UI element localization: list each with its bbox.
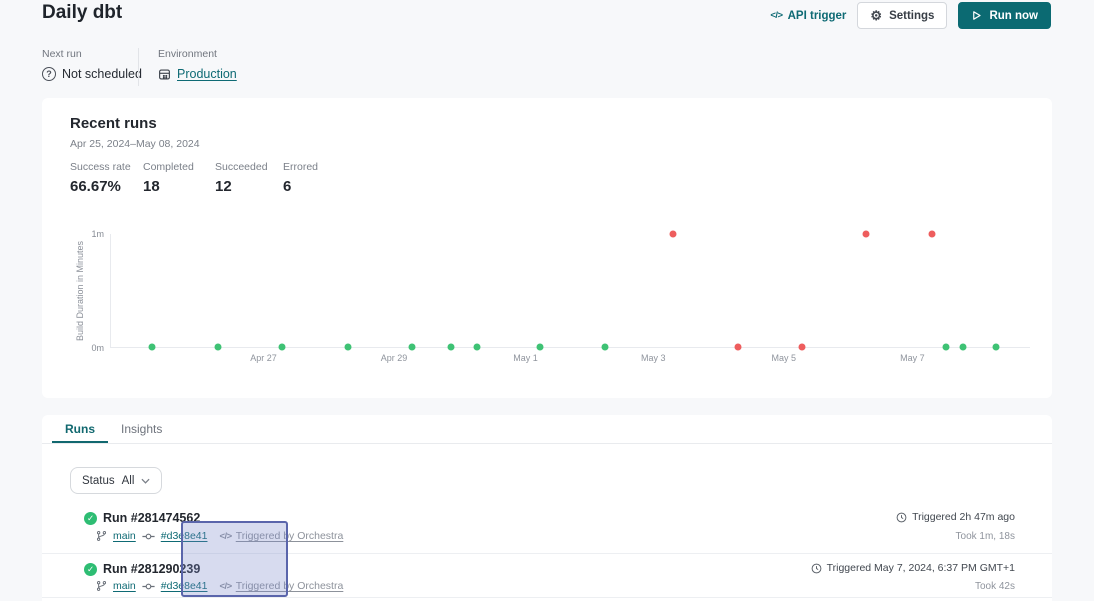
branch-link[interactable]: main <box>113 580 136 592</box>
page-title: Daily dbt <box>42 2 122 24</box>
run-now-label: Run now <box>989 10 1038 22</box>
run-now-button[interactable]: Run now <box>958 2 1051 29</box>
tab-runs[interactable]: Runs <box>52 415 108 443</box>
git-commit-icon <box>142 582 155 591</box>
run-dot-succeeded[interactable] <box>345 344 352 351</box>
settings-button[interactable]: ⚙ Settings <box>857 2 947 29</box>
run-dot-errored[interactable] <box>928 231 935 238</box>
chart-xtick: May 7 <box>900 353 925 363</box>
next-run-label: Next run <box>42 48 82 60</box>
play-icon <box>971 10 982 21</box>
job-page: Daily dbt </> API trigger ⚙ Settings Run… <box>0 0 1094 601</box>
next-run-value: Not scheduled <box>42 67 142 81</box>
run-dot-succeeded[interactable] <box>448 344 455 351</box>
run-duration: Took 42s <box>975 581 1015 592</box>
runs-tabbar: Runs Insights <box>42 415 1052 444</box>
chart-xtick: May 3 <box>641 353 666 363</box>
database-icon <box>158 68 171 81</box>
clock-icon <box>896 512 907 523</box>
environment-label: Environment <box>158 48 217 60</box>
git-branch-icon <box>96 580 107 592</box>
run-dot-succeeded[interactable] <box>992 344 999 351</box>
meta-divider <box>138 48 139 86</box>
run-dot-succeeded[interactable] <box>149 344 156 351</box>
status-filter-label: Status <box>82 475 115 487</box>
run-dot-errored[interactable] <box>734 344 741 351</box>
run-dot-errored[interactable] <box>863 231 870 238</box>
success-check-icon <box>84 563 97 576</box>
question-circle-icon <box>42 67 56 81</box>
run-dot-succeeded[interactable] <box>537 344 544 351</box>
chart-xtick: May 1 <box>513 353 538 363</box>
run-dot-succeeded[interactable] <box>473 344 480 351</box>
settings-label: Settings <box>889 10 934 22</box>
highlight-overlay <box>181 521 288 597</box>
stat-succeeded: Succeeded 12 <box>215 161 268 195</box>
recent-runs-date-range: Apr 25, 2024–May 08, 2024 <box>70 138 200 150</box>
chart-ytick-1m: 1m <box>78 229 104 239</box>
run-dot-succeeded[interactable] <box>278 344 285 351</box>
status-filter-dropdown[interactable]: Status All <box>70 467 162 494</box>
environment-value: Production <box>158 67 237 81</box>
clock-icon <box>811 563 822 574</box>
run-dot-succeeded[interactable] <box>602 344 609 351</box>
recent-runs-title: Recent runs <box>70 115 157 132</box>
chart-ytick-0m: 0m <box>78 343 104 353</box>
api-trigger-label: API trigger <box>788 10 847 22</box>
chart-y-axis-label: Build Duration in Minutes <box>75 241 85 341</box>
run-dot-succeeded[interactable] <box>943 344 950 351</box>
run-dot-succeeded[interactable] <box>408 344 415 351</box>
chevron-down-icon <box>141 478 150 484</box>
tab-insights[interactable]: Insights <box>108 415 175 443</box>
chart-xtick: Apr 27 <box>250 353 277 363</box>
stat-completed: Completed 18 <box>143 161 194 195</box>
header-actions: </> API trigger ⚙ Settings Run now <box>770 2 1051 29</box>
run-triggered-time: Triggered 2h 47m ago <box>896 511 1015 523</box>
status-filter-value: All <box>122 475 135 487</box>
chart-xtick: Apr 29 <box>381 353 408 363</box>
api-trigger-link[interactable]: </> API trigger <box>770 10 846 22</box>
build-duration-chart: Apr 27Apr 29May 1May 3May 5May 7 <box>110 234 1030 348</box>
chart-xtick: May 5 <box>771 353 796 363</box>
recent-runs-card: Recent runs Apr 25, 2024–May 08, 2024 Su… <box>42 98 1052 398</box>
git-branch-icon <box>96 530 107 542</box>
run-dot-succeeded[interactable] <box>959 344 966 351</box>
gear-icon: ⚙ <box>870 9 882 22</box>
git-commit-icon <box>142 532 155 541</box>
run-dot-errored[interactable] <box>669 231 676 238</box>
next-run-text: Not scheduled <box>62 67 142 81</box>
run-duration: Took 1m, 18s <box>956 531 1015 542</box>
branch-link[interactable]: main <box>113 530 136 542</box>
run-triggered-time: Triggered May 7, 2024, 6:37 PM GMT+1 <box>811 562 1015 574</box>
stat-errored: Errored 6 <box>283 161 318 195</box>
run-dot-errored[interactable] <box>799 344 806 351</box>
run-dot-succeeded[interactable] <box>214 344 221 351</box>
success-check-icon <box>84 512 97 525</box>
environment-link[interactable]: Production <box>177 67 237 81</box>
code-icon: </> <box>770 10 782 21</box>
stat-success-rate: Success rate 66.67% <box>70 161 131 195</box>
